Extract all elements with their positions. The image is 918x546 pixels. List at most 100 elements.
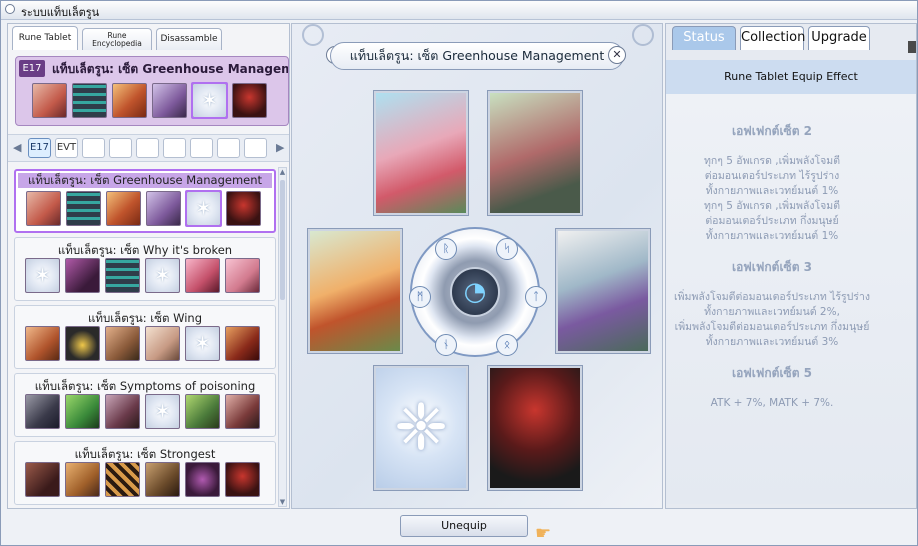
effect-set-2-title: เอฟเฟกต์เซ็ต 2 — [731, 124, 813, 138]
episode-badge: E17 — [19, 60, 45, 77]
rune-card[interactable] — [106, 191, 141, 226]
rune-glyph-icon: ᚱ — [435, 238, 457, 260]
page-e17[interactable]: E17 — [28, 138, 51, 158]
title-bar[interactable]: ระบบแท็บเล็ตรูน — [1, 1, 917, 20]
rune-card[interactable] — [232, 83, 267, 118]
rune-slot-empty[interactable] — [374, 366, 468, 490]
rune-card[interactable] — [105, 394, 140, 429]
left-panel: Rune Tablet Rune Encyclopedia Disassambl… — [7, 23, 290, 509]
rune-card[interactable] — [225, 258, 260, 293]
chevron-right-icon[interactable]: ▶ — [276, 141, 284, 154]
effect-set-3-title: เอฟเฟกต์เซ็ต 3 — [731, 260, 813, 274]
rune-card[interactable] — [105, 462, 140, 497]
scroll-up-icon[interactable]: ▲ — [279, 168, 286, 176]
rune-glyph-icon: ᛋ — [496, 238, 518, 260]
rune-card[interactable] — [32, 83, 67, 118]
effect-line: เพิ่มพลังโจมตีต่อมอนเตอร์ประเภท ไร้รูปร่… — [674, 291, 870, 303]
rune-card[interactable] — [226, 191, 261, 226]
rune-card[interactable] — [72, 83, 107, 118]
rune-slot-card[interactable] — [488, 91, 582, 215]
effect-line: ทุกๆ 5 อัพเกรด ,เพิ่มพลังโจมตี — [703, 155, 841, 167]
rune-card[interactable] — [65, 326, 100, 361]
page-slot[interactable] — [217, 138, 240, 158]
rune-slot-card[interactable] — [308, 229, 402, 353]
rune-card[interactable] — [65, 462, 100, 497]
rune-card[interactable] — [66, 191, 101, 226]
rune-card[interactable] — [145, 462, 180, 497]
rune-card[interactable] — [185, 462, 220, 497]
tab-status[interactable]: Status — [672, 26, 736, 50]
rune-card[interactable] — [25, 326, 60, 361]
set-list: แท็บเล็ตรูน: เซ็ต Greenhouse Management … — [14, 167, 276, 507]
tab-rune-tablet[interactable]: Rune Tablet — [12, 26, 78, 50]
tab-disassamble[interactable]: Disassamble — [156, 28, 222, 50]
set-item[interactable]: แท็บเล็ตรูน: เซ็ต Greenhouse Management — [14, 169, 276, 233]
chain-ornament — [302, 24, 324, 46]
unequip-button[interactable]: Unequip — [400, 515, 528, 537]
set-item[interactable]: แท็บเล็ตรูน: เซ็ต Why it's broken — [14, 237, 276, 301]
rune-core-icon: ◔ — [450, 267, 500, 317]
side-handle[interactable] — [908, 41, 916, 53]
rune-card[interactable] — [185, 258, 220, 293]
page-slot[interactable] — [109, 138, 132, 158]
gem-icon: ✕ — [608, 46, 626, 64]
effect-line: ทั้งกายภาพและเวทย์มนต์ 2%, — [704, 306, 840, 318]
rune-card-empty[interactable] — [191, 82, 228, 119]
rune-card[interactable] — [152, 83, 187, 118]
set-title: แท็บเล็ตรูน: เซ็ต Greenhouse Management — [18, 173, 272, 188]
effect-line: ทั้งกายภาพและเวทย์มนต์ 1% — [705, 185, 839, 197]
rune-tablet-window: ระบบแท็บเล็ตรูน Rune Tablet Rune Encyclo… — [0, 0, 918, 546]
rune-card-empty[interactable] — [185, 190, 222, 227]
rune-slot-card[interactable] — [488, 366, 582, 490]
rune-card-empty[interactable] — [25, 258, 60, 293]
footer-bar: Unequip ☛ — [7, 509, 915, 545]
rune-card[interactable] — [225, 462, 260, 497]
rune-card[interactable] — [145, 326, 180, 361]
page-slot[interactable] — [190, 138, 213, 158]
tablet-board: ✕ แท็บเล็ตรูน: เซ็ต Greenhouse Managemen… — [291, 23, 663, 509]
rune-card[interactable] — [105, 326, 140, 361]
rune-card[interactable] — [185, 394, 220, 429]
effect-line: ทุกๆ 5 อัพเกรด ,เพิ่มพลังโจมตี — [703, 200, 841, 212]
tab-label: Disassamble — [160, 33, 218, 44]
page-slot[interactable] — [163, 138, 186, 158]
featured-set[interactable]: E17 แท็บเล็ตรูน: เซ็ต Greenhouse Managem… — [15, 56, 289, 126]
tab-upgrade[interactable]: Upgrade — [808, 26, 870, 50]
effect-line: ต่อมอนเตอร์ประเภท ไร้รูปร่าง — [704, 170, 840, 182]
tab-rune-encyclopedia[interactable]: Rune Encyclopedia — [82, 28, 152, 50]
set-item[interactable]: แท็บเล็ตรูน: เซ็ต Symptoms of poisoning — [14, 373, 276, 437]
page-slot[interactable] — [82, 138, 105, 158]
rune-card-empty[interactable] — [185, 326, 220, 361]
chain-ornament — [632, 24, 654, 46]
rune-card[interactable] — [112, 83, 147, 118]
rune-card[interactable] — [225, 394, 260, 429]
page-slot[interactable] — [244, 138, 267, 158]
rune-slot-card[interactable] — [556, 229, 650, 353]
rune-card[interactable] — [65, 394, 100, 429]
chevron-left-icon[interactable]: ◀ — [13, 141, 21, 154]
rune-card[interactable] — [26, 191, 61, 226]
set-list-scrollbar[interactable]: ▲ ▼ — [278, 167, 287, 507]
set-item[interactable]: แท็บเล็ตรูน: เซ็ต Wing — [14, 305, 276, 369]
rune-glyph-icon: ᛏ — [525, 286, 547, 308]
rune-slot-card[interactable] — [374, 91, 468, 215]
effect-line: เพิ่มพลังโจมตีต่อมอนเตอร์ประเภท กึ่งมนุษ… — [674, 321, 870, 333]
rune-card[interactable] — [25, 394, 60, 429]
effect-line: ต่อมอนเตอร์ประเภท กึ่งมนุษย์ — [705, 215, 839, 227]
rune-card[interactable] — [146, 191, 181, 226]
rune-card[interactable] — [105, 258, 140, 293]
rune-card[interactable] — [25, 462, 60, 497]
rune-card-empty[interactable] — [145, 258, 180, 293]
rune-card-empty[interactable] — [145, 394, 180, 429]
rune-card[interactable] — [225, 326, 260, 361]
effect-body: เอฟเฟกต์เซ็ต 2 ทุกๆ 5 อัพเกรด ,เพิ่มพลัง… — [666, 94, 916, 504]
hand-cursor-icon: ☛ — [535, 523, 552, 544]
tab-collection[interactable]: Collection — [740, 26, 805, 50]
scroll-thumb[interactable] — [280, 180, 285, 300]
set-item[interactable]: แท็บเล็ตรูน: เซ็ต Strongest — [14, 441, 276, 505]
rune-glyph-icon: ᛟ — [496, 334, 518, 356]
scroll-down-icon[interactable]: ▼ — [279, 498, 286, 506]
page-evt[interactable]: EVT — [55, 138, 78, 158]
rune-card[interactable] — [65, 258, 100, 293]
page-slot[interactable] — [136, 138, 159, 158]
